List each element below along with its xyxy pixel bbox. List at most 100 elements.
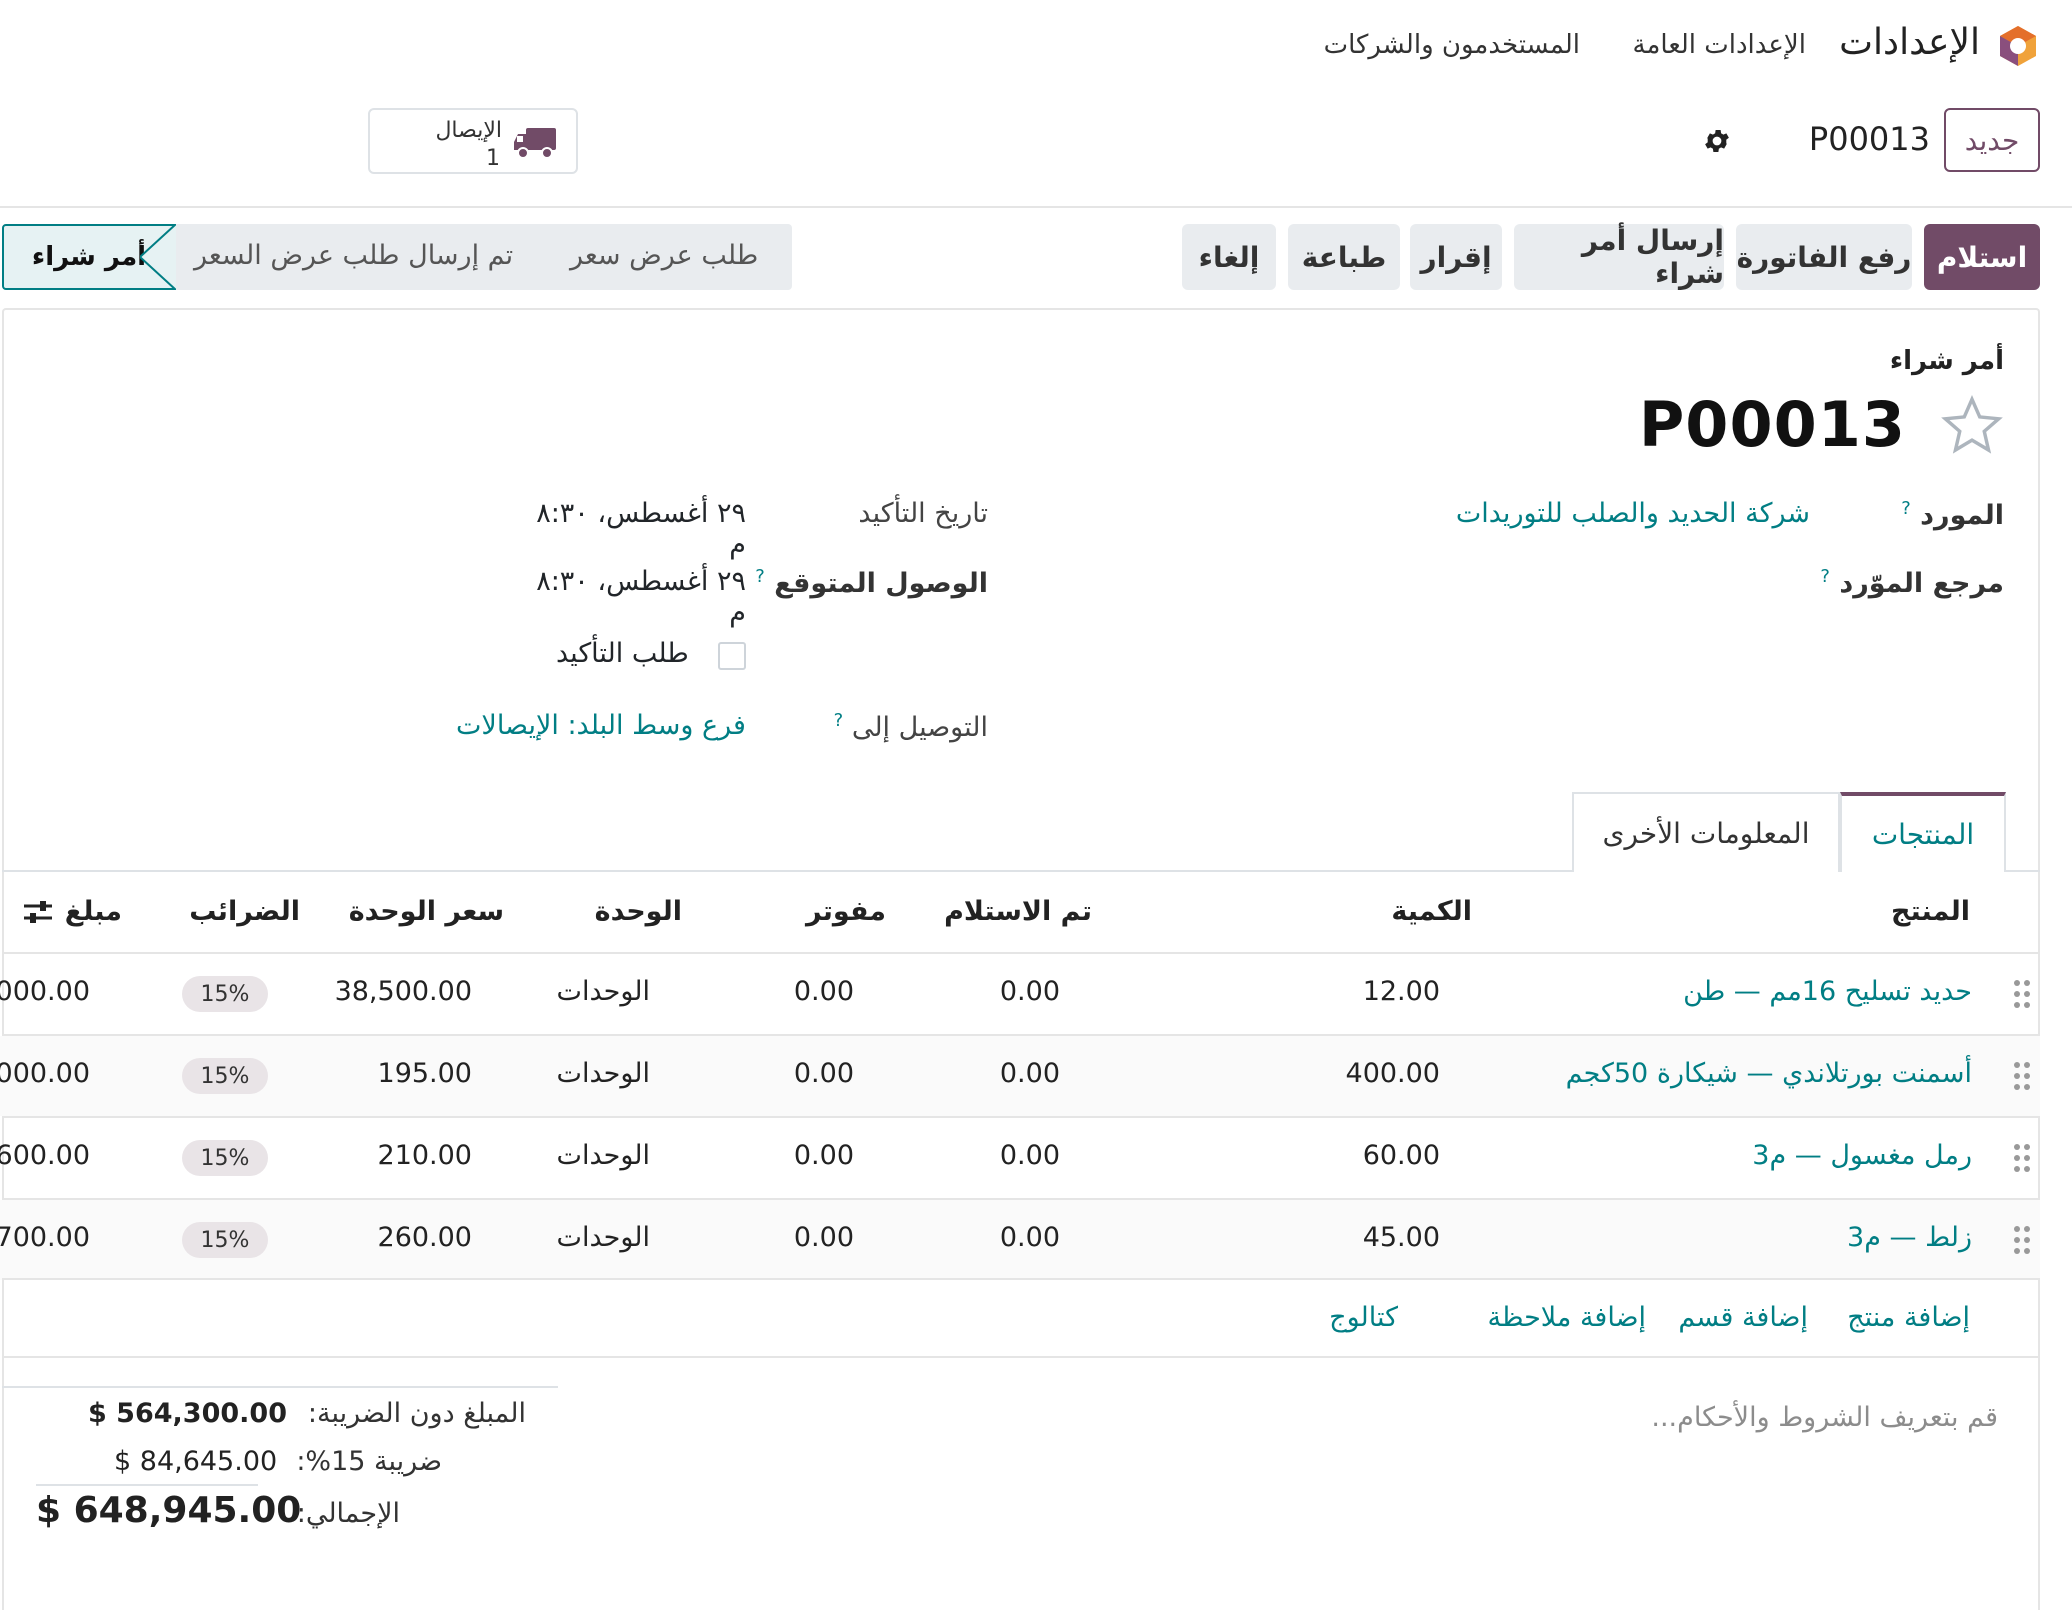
expected-arrival-field[interactable]: ٢٩ أغسطس، ٨:٣٠ م bbox=[520, 566, 746, 628]
table-row[interactable]: أسمنت بورتلاندي — شيكارة 50كجم 400.00 0.… bbox=[0, 1036, 2040, 1116]
vendor-label: المورد ? bbox=[1901, 498, 2004, 531]
row-product[interactable]: أسمنت بورتلاندي — شيكارة 50كجم bbox=[1566, 1058, 1972, 1089]
truck-icon bbox=[514, 128, 556, 159]
col-uom[interactable]: الوحدة bbox=[595, 896, 682, 927]
col-product[interactable]: المنتج bbox=[1891, 896, 1970, 927]
create-bill-button[interactable]: رفع الفاتورة bbox=[1736, 224, 1912, 290]
row-uom[interactable]: الوحدات bbox=[557, 976, 650, 1007]
tab-other-info[interactable]: المعلومات الأخرى bbox=[1572, 792, 1840, 872]
row-product[interactable]: زلط — م3 bbox=[1847, 1222, 1972, 1253]
gear-icon[interactable] bbox=[1702, 126, 1732, 156]
star-icon[interactable] bbox=[1940, 394, 2004, 458]
nav-general-settings[interactable]: الإعدادات العامة bbox=[1633, 30, 1806, 60]
control-panel-divider bbox=[0, 206, 2072, 208]
tab-products[interactable]: المنتجات bbox=[1840, 792, 2006, 872]
row-quantity[interactable]: 12.00 bbox=[1363, 976, 1440, 1007]
receipt-smart-button[interactable]: الإيصال 1 bbox=[368, 108, 578, 174]
table-row[interactable]: رمل مغسول — م3 60.00 0.00 0.00 الوحدات 2… bbox=[0, 1118, 2040, 1198]
add-product-link[interactable]: إضافة منتج bbox=[1847, 1302, 1970, 1333]
row-tax-badge[interactable]: 15% bbox=[182, 1222, 268, 1258]
add-note-link[interactable]: إضافة ملاحظة bbox=[1487, 1302, 1646, 1333]
row-amount: 11,700.00 bbox=[0, 1222, 90, 1253]
row-uom[interactable]: الوحدات bbox=[557, 1222, 650, 1253]
document-title: P00013 bbox=[1638, 388, 1906, 461]
row-uom[interactable]: الوحدات bbox=[557, 1140, 650, 1171]
row-received[interactable]: 0.00 bbox=[1000, 1222, 1060, 1253]
row-received[interactable]: 0.00 bbox=[1000, 1140, 1060, 1171]
status-chevron-icon bbox=[140, 224, 176, 290]
ask-confirmation-checkbox[interactable] bbox=[718, 642, 746, 670]
acknowledge-button[interactable]: إقرار bbox=[1410, 224, 1502, 290]
new-button[interactable]: جديد bbox=[1944, 108, 2040, 172]
row-tax-badge[interactable]: 15% bbox=[182, 1140, 268, 1176]
col-billed[interactable]: مفوتر bbox=[806, 896, 886, 927]
breadcrumb-record-name: P00013 bbox=[1808, 120, 1930, 158]
row-unit-price[interactable]: 260.00 bbox=[378, 1222, 472, 1253]
send-po-button[interactable]: إرسال أمر شراء bbox=[1514, 224, 1724, 290]
cancel-button[interactable]: إلغاء bbox=[1182, 224, 1276, 290]
col-taxes[interactable]: الضرائب bbox=[189, 896, 300, 927]
print-button[interactable]: طباعة bbox=[1288, 224, 1400, 290]
deliver-to-field[interactable]: فرع وسط البلد: الإيصالات bbox=[456, 710, 746, 741]
col-quantity[interactable]: الكمية bbox=[1391, 896, 1472, 927]
deliver-to-label: التوصيل إلى ? bbox=[833, 710, 988, 743]
app-logo-icon[interactable] bbox=[1996, 24, 2040, 68]
add-section-link[interactable]: إضافة قسم bbox=[1678, 1302, 1808, 1333]
table-row[interactable]: حديد تسليح 16مم — طن 12.00 0.00 0.00 الو… bbox=[0, 954, 2040, 1034]
catalog-link[interactable]: كتالوج bbox=[1329, 1302, 1398, 1333]
total-value: $ 648,945.00 bbox=[36, 1490, 302, 1531]
nav-users-companies[interactable]: المستخدمون والشركات bbox=[1324, 30, 1580, 60]
row-tax-badge[interactable]: 15% bbox=[182, 976, 268, 1012]
app-brand-name[interactable]: الإعدادات bbox=[1839, 22, 1980, 63]
receive-button[interactable]: استلام bbox=[1924, 224, 2040, 290]
vendor-reference-label: مرجع الموّرد ? bbox=[1820, 566, 2004, 599]
untaxed-amount-value: $ 564,300.00 bbox=[88, 1398, 287, 1429]
status-arrow-icon bbox=[174, 224, 208, 290]
drag-handle-icon[interactable] bbox=[2012, 1224, 2032, 1256]
expected-arrival-help-icon[interactable]: ? bbox=[755, 566, 765, 587]
row-amount: 462,000.00 bbox=[0, 976, 90, 1007]
vendor-field[interactable]: شركة الحديد والصلب للتوريدات bbox=[1456, 498, 1810, 529]
totals-divider bbox=[36, 1484, 258, 1486]
row-received[interactable]: 0.00 bbox=[1000, 1058, 1060, 1089]
totals-top-divider bbox=[2, 1386, 558, 1388]
row-uom[interactable]: الوحدات bbox=[557, 1058, 650, 1089]
row-billed[interactable]: 0.00 bbox=[794, 1058, 854, 1089]
drag-handle-icon[interactable] bbox=[2012, 1142, 2032, 1174]
row-product[interactable]: رمل مغسول — م3 bbox=[1752, 1140, 1972, 1171]
untaxed-amount-label: المبلغ دون الضريبة: bbox=[307, 1398, 526, 1429]
row-quantity[interactable]: 60.00 bbox=[1363, 1140, 1440, 1171]
total-label: الإجمالي: bbox=[296, 1498, 400, 1529]
col-amount[interactable]: مبلغ bbox=[65, 896, 122, 927]
drag-handle-icon[interactable] bbox=[2012, 1060, 2032, 1092]
row-received[interactable]: 0.00 bbox=[1000, 976, 1060, 1007]
col-unit-price[interactable]: سعر الوحدة bbox=[349, 896, 504, 927]
drag-handle-icon[interactable] bbox=[2012, 978, 2032, 1010]
table-row[interactable]: زلط — م3 45.00 0.00 0.00 الوحدات 260.00 … bbox=[0, 1200, 2040, 1280]
optional-columns-toggle-icon[interactable] bbox=[22, 898, 54, 928]
status-step-rfq-sent[interactable]: تم إرسال طلب عرض السعر bbox=[194, 240, 513, 271]
row-tax-badge[interactable]: 15% bbox=[182, 1058, 268, 1094]
row-product[interactable]: حديد تسليح 16مم — طن bbox=[1683, 976, 1972, 1007]
terms-and-conditions-field[interactable]: قم بتعريف الشروط والأحكام... bbox=[1651, 1402, 1998, 1433]
deliver-to-help-icon[interactable]: ? bbox=[834, 710, 844, 731]
row-unit-price[interactable]: 195.00 bbox=[378, 1058, 472, 1089]
col-received[interactable]: تم الاستلام bbox=[944, 896, 1092, 927]
row-quantity[interactable]: 400.00 bbox=[1346, 1058, 1440, 1089]
row-unit-price[interactable]: 210.00 bbox=[378, 1140, 472, 1171]
tax-value: $ 84,645.00 bbox=[114, 1446, 278, 1477]
row-amount: 12,600.00 bbox=[0, 1140, 90, 1171]
tax-label: ضريبة 15%: bbox=[296, 1446, 442, 1477]
row-billed[interactable]: 0.00 bbox=[794, 1140, 854, 1171]
row-billed[interactable]: 0.00 bbox=[794, 1222, 854, 1253]
vendor-help-icon[interactable]: ? bbox=[1901, 498, 1911, 519]
document-type-label: أمر شراء bbox=[1889, 346, 2004, 376]
expected-arrival-label: الوصول المتوقع ? bbox=[755, 566, 988, 599]
row-unit-price[interactable]: 38,500.00 bbox=[335, 976, 472, 1007]
status-step-rfq[interactable]: طلب عرض سعر bbox=[570, 240, 758, 271]
confirmation-date-field[interactable]: ٢٩ أغسطس، ٨:٣٠ م bbox=[520, 498, 746, 560]
vendor-reference-help-icon[interactable]: ? bbox=[1820, 566, 1830, 587]
row-quantity[interactable]: 45.00 bbox=[1363, 1222, 1440, 1253]
receipt-smart-button-count: 1 bbox=[486, 146, 500, 171]
row-billed[interactable]: 0.00 bbox=[794, 976, 854, 1007]
